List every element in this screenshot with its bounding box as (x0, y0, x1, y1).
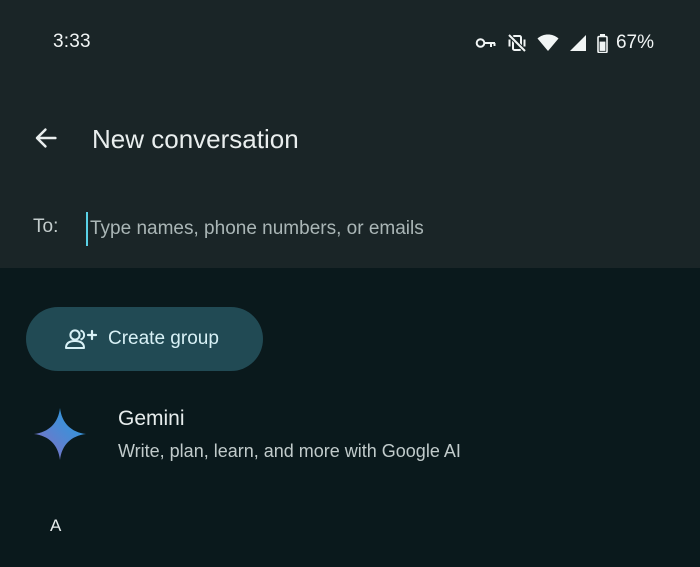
recipient-row: To: (0, 200, 700, 258)
recipient-input[interactable] (86, 212, 670, 246)
contact-description: Write, plan, learn, and more with Google… (118, 441, 461, 461)
vpn-key-icon (475, 36, 497, 50)
arrow-back-icon (35, 128, 57, 148)
status-bar: 3:33 67% (0, 0, 700, 86)
create-group-label: Create group (108, 328, 219, 349)
gemini-sparkle-icon (34, 408, 86, 460)
contact-row-gemini[interactable]: Gemini Write, plan, learn, and more with… (0, 390, 700, 482)
section-header-letter: A (50, 516, 62, 535)
vibrate-off-icon (507, 33, 527, 53)
header-panel: 3:33 67% New conversation To: Type names… (0, 0, 700, 268)
create-group-button[interactable]: Create group (26, 307, 263, 371)
contact-name: Gemini (118, 407, 185, 430)
back-button[interactable] (22, 114, 70, 162)
page-title: New conversation (92, 124, 299, 154)
new-conversation-screen: 3:33 67% New conversation To: Type names… (0, 0, 700, 567)
to-label: To: (33, 216, 59, 237)
battery-icon (597, 33, 608, 53)
cell-signal-icon (569, 34, 587, 52)
status-time: 3:33 (53, 31, 91, 52)
group-add-icon (64, 327, 98, 351)
battery-percent: 67% (615, 32, 654, 53)
status-icons: 67% (475, 31, 654, 55)
wifi-icon (537, 34, 559, 52)
app-bar: New conversation (0, 100, 700, 176)
